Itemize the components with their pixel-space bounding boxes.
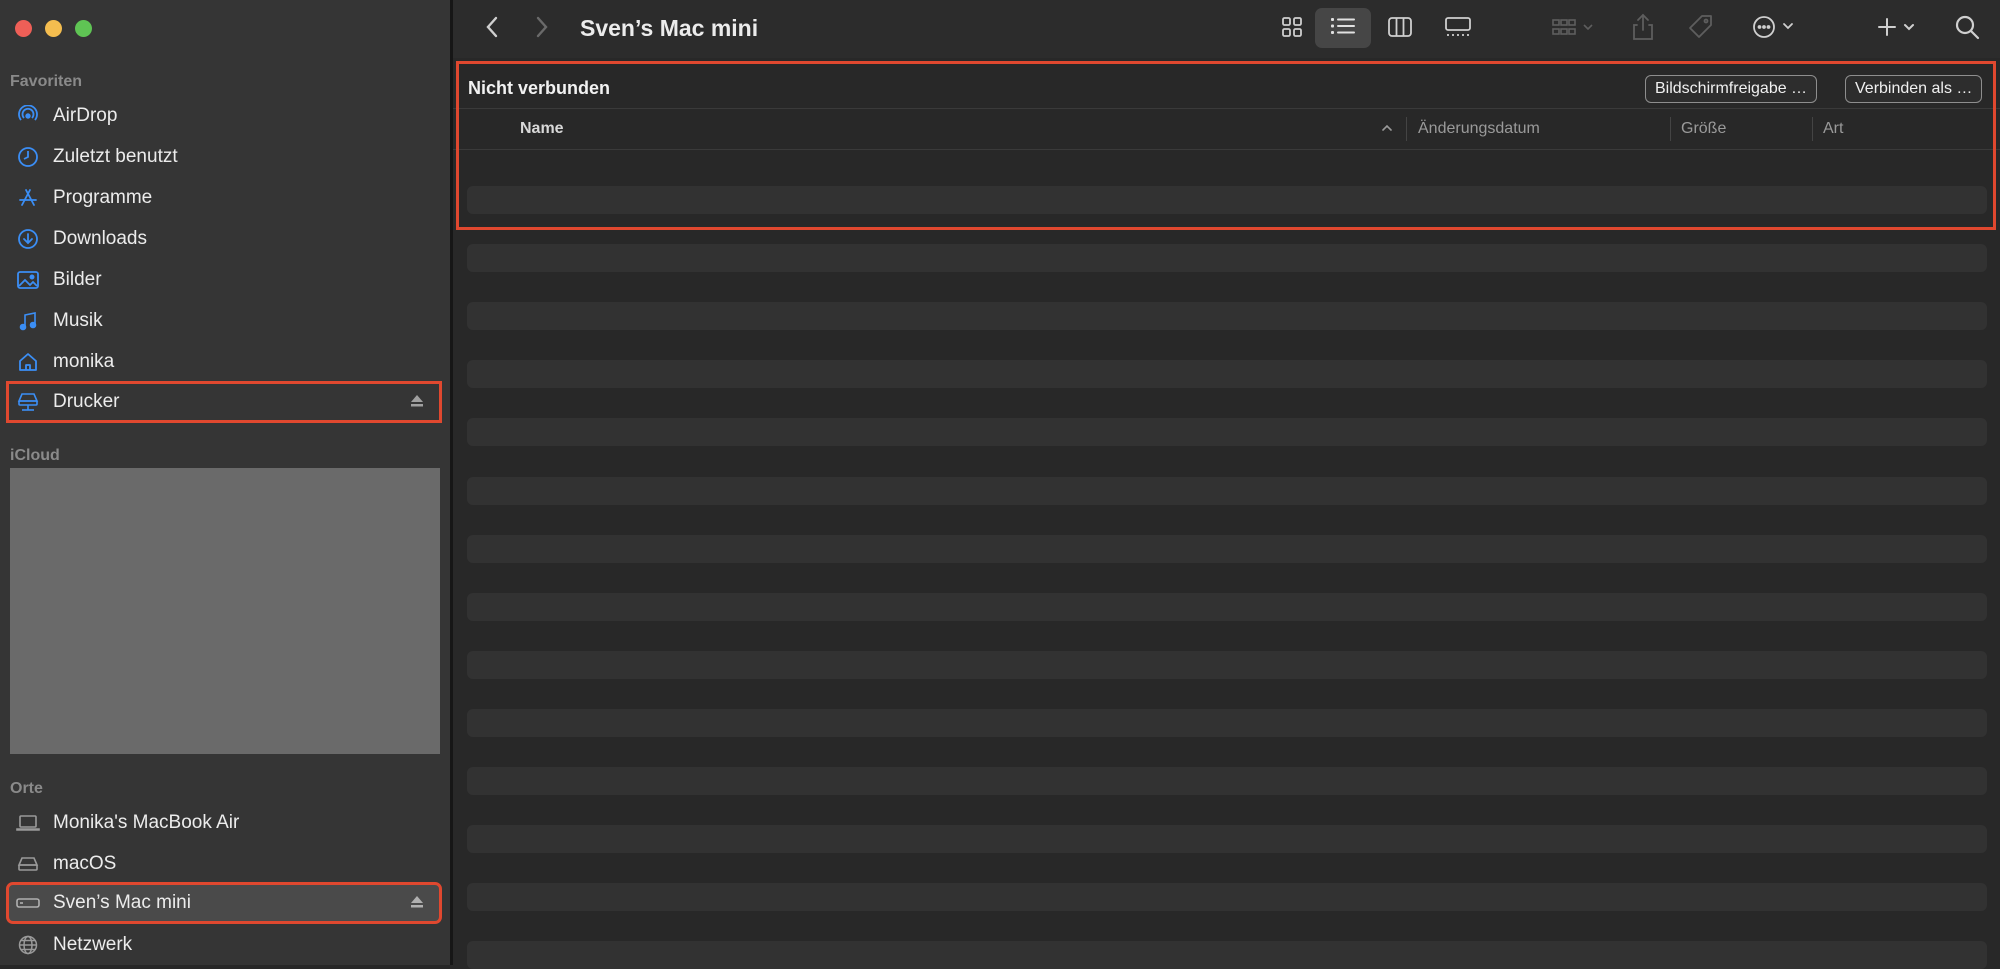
sidebar-item-label: Downloads (53, 228, 147, 249)
sidebar-item-label: Netzwerk (53, 934, 133, 955)
grid-icon (1281, 16, 1303, 43)
sidebar-item-macos[interactable]: macOS (8, 845, 440, 883)
gallery-icon (1444, 16, 1472, 43)
empty-row (467, 825, 1987, 853)
column-header-kind[interactable]: Art (1823, 109, 1843, 149)
column-header-date-modified[interactable]: Änderungsdatum (1418, 109, 1540, 149)
column-separator (1406, 117, 1407, 141)
sidebar-item-label: Musik (53, 310, 103, 331)
back-button[interactable] (477, 14, 507, 44)
column-view-button[interactable] (1377, 10, 1423, 48)
favorites-section-title: Favoriten (10, 73, 83, 90)
internal-disk-icon (13, 852, 43, 876)
group-grid-icon (1551, 16, 1597, 43)
column-separator (1812, 117, 1813, 141)
sidebar-item-pictures[interactable]: Bilder (8, 261, 440, 299)
empty-row (467, 709, 1987, 737)
ellipsis-circle-icon (1751, 14, 1797, 45)
list-view-button[interactable] (1315, 8, 1371, 48)
laptop-icon (13, 811, 43, 835)
close-window-button[interactable] (15, 20, 32, 37)
sidebar-item-recents[interactable]: Zuletzt benutzt (8, 138, 440, 176)
window-title: Sven’s Mac mini (580, 15, 759, 41)
empty-row (467, 535, 1987, 563)
sidebar-item-label: Programme (53, 187, 153, 208)
sidebar-item-label: Drucker (53, 391, 120, 412)
empty-row (467, 302, 1987, 330)
share-button[interactable] (1625, 9, 1661, 49)
tag-icon (1687, 13, 1715, 46)
empty-row (467, 244, 1987, 272)
empty-row (467, 767, 1987, 795)
add-button[interactable] (1873, 10, 1925, 48)
icloud-redacted-area (10, 468, 440, 754)
sidebar: Favoriten AirDrop Zuletzt benutzt Progra… (0, 0, 450, 965)
column-separator (1670, 117, 1671, 141)
toolbar: Sven’s Mac mini (453, 0, 2000, 58)
chevron-left-icon (485, 16, 499, 43)
minimize-window-button[interactable] (45, 20, 62, 37)
tags-button[interactable] (1681, 10, 1721, 48)
download-icon (13, 227, 43, 251)
sidebar-item-label: Monika's MacBook Air (53, 812, 240, 833)
screen-sharing-button[interactable]: Bildschirmfreigabe … (1645, 75, 1818, 103)
sidebar-item-downloads[interactable]: Downloads (8, 220, 440, 258)
gallery-view-button[interactable] (1435, 10, 1481, 48)
sidebar-item-label: Zuletzt benutzt (53, 146, 178, 167)
search-icon (1954, 14, 1980, 45)
empty-row (467, 360, 1987, 388)
mac-mini-icon (13, 891, 43, 915)
photo-icon (13, 268, 43, 292)
sidebar-item-network[interactable]: Netzwerk (8, 926, 440, 964)
column-header-name[interactable]: Name (520, 109, 564, 149)
globe-icon (13, 933, 43, 957)
airdrop-icon (13, 104, 43, 128)
applications-icon (13, 186, 43, 210)
sidebar-item-drucker[interactable]: Drucker (6, 381, 442, 423)
eject-icon[interactable] (408, 893, 426, 911)
share-icon (1631, 13, 1655, 46)
sidebar-item-label: AirDrop (53, 105, 118, 126)
group-by-button[interactable] (1545, 10, 1603, 48)
sidebar-item-label: macOS (53, 853, 117, 874)
sidebar-item-mac-mini[interactable]: Sven’s Mac mini (6, 882, 442, 924)
search-button[interactable] (1947, 10, 1987, 48)
empty-row (467, 883, 1987, 911)
sidebar-item-label: Bilder (53, 269, 102, 290)
plus-icon (1877, 15, 1921, 44)
icloud-section-title: iCloud (10, 447, 60, 464)
chevron-right-icon (535, 16, 549, 43)
more-actions-button[interactable] (1745, 10, 1803, 48)
eject-icon[interactable] (408, 392, 426, 410)
empty-row (467, 477, 1987, 505)
sort-ascending-icon (1380, 119, 1394, 142)
list-icon (1330, 16, 1356, 41)
sidebar-item-applications[interactable]: Programme (8, 179, 440, 217)
column-header: Name Änderungsdatum Größe Art (453, 109, 2000, 150)
music-note-icon (13, 309, 43, 333)
sidebar-item-home[interactable]: monika (8, 343, 440, 381)
sidebar-item-music[interactable]: Musik (8, 302, 440, 340)
columns-icon (1387, 16, 1413, 43)
sidebar-item-label: Sven’s Mac mini (53, 892, 191, 913)
icon-view-button[interactable] (1271, 10, 1313, 48)
file-browser-content: Nicht verbunden Bildschirmfreigabe … Ver… (453, 58, 2000, 969)
locations-section-title: Orte (10, 780, 43, 797)
empty-row (467, 651, 1987, 679)
network-drive-icon (13, 390, 43, 414)
forward-button[interactable] (527, 14, 557, 44)
home-icon (13, 350, 43, 374)
empty-row (467, 186, 1987, 214)
connect-as-button[interactable]: Verbinden als … (1845, 75, 1983, 103)
column-header-size[interactable]: Größe (1681, 109, 1726, 149)
empty-row (467, 418, 1987, 446)
sidebar-item-airdrop[interactable]: AirDrop (8, 97, 440, 135)
clock-icon (13, 145, 43, 169)
zoom-window-button[interactable] (75, 20, 92, 37)
sidebar-item-label: monika (53, 351, 115, 372)
empty-row (467, 593, 1987, 621)
connection-status-title: Nicht verbunden (468, 78, 611, 98)
sidebar-item-macbook-air[interactable]: Monika's MacBook Air (8, 804, 440, 842)
